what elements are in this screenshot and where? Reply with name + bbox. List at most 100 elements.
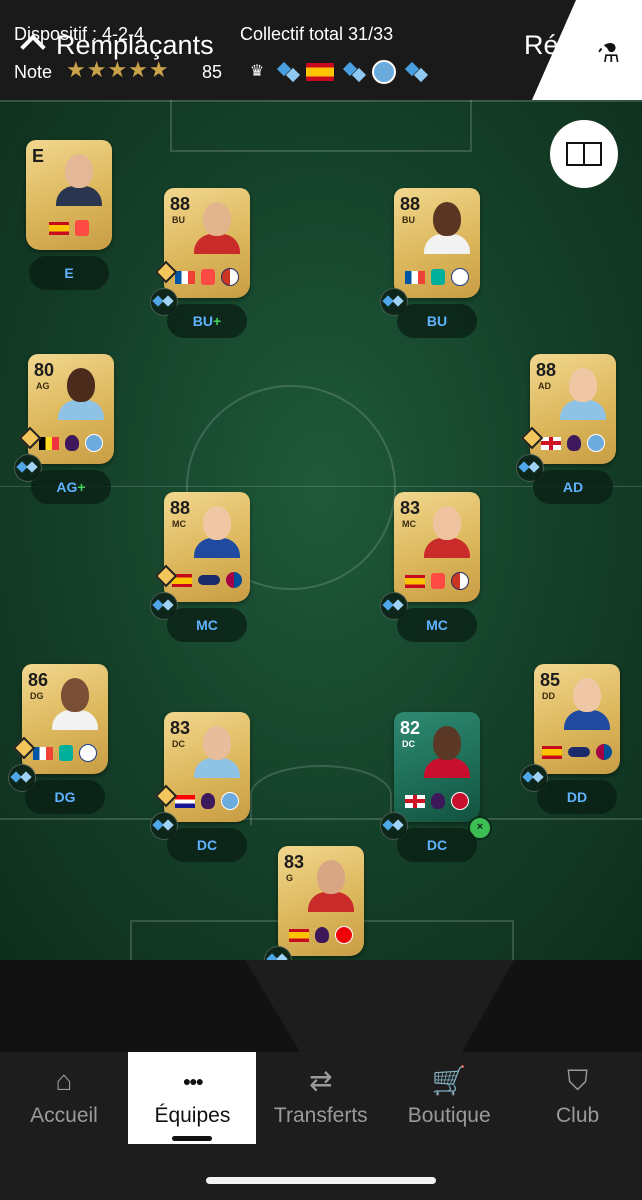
position-label-bu-left[interactable]: BU+ xyxy=(167,304,247,338)
position-label-dc-right[interactable]: DC xyxy=(397,828,477,862)
position-label-text: DC xyxy=(196,837,218,853)
reserves-tab-bg xyxy=(462,960,642,1052)
pl-league-icon xyxy=(567,435,581,451)
fcb-club-crest-icon xyxy=(596,744,612,760)
pl-league-icon xyxy=(65,435,79,451)
player-head xyxy=(203,506,231,540)
laliga-league-icon xyxy=(75,220,89,236)
position-label-text: BU xyxy=(192,313,214,329)
position-label-dc-left[interactable]: DC xyxy=(167,828,247,862)
player-badges xyxy=(394,268,480,286)
player-portrait xyxy=(424,198,470,254)
player-rating: 88 xyxy=(400,194,421,214)
player-rating: 85 xyxy=(540,670,561,690)
player-position: DD xyxy=(542,691,555,701)
player-shirt xyxy=(308,892,354,912)
chemistry-diamond-icon xyxy=(342,61,364,83)
lyon-club-crest-icon xyxy=(79,744,97,762)
player-card-ag[interactable]: 80 AG xyxy=(28,354,114,464)
es-flag-icon xyxy=(405,574,425,588)
nav-label: Transferts xyxy=(273,1104,368,1127)
player-card-bu-right[interactable]: 88 BU xyxy=(394,188,480,298)
es-flag-icon xyxy=(289,928,309,942)
position-label-text: BU xyxy=(426,313,448,329)
player-card-dc-right[interactable]: 82 DC xyxy=(394,712,480,822)
nav-club[interactable]: ⛉ Club xyxy=(514,1052,642,1144)
reserves-tab[interactable]: Rés xyxy=(524,30,606,61)
position-label-text: E xyxy=(64,265,74,281)
player-portrait xyxy=(52,674,98,730)
player-head xyxy=(433,506,461,540)
position-label-text: DD xyxy=(566,789,588,805)
atm-club-crest-icon xyxy=(451,572,469,590)
position-label-mc-right[interactable]: MC xyxy=(397,608,477,642)
player-portrait xyxy=(560,364,606,420)
player-rating: E xyxy=(32,146,45,166)
team-icon: ●●● xyxy=(182,1073,204,1089)
active-tab-indicator xyxy=(172,1136,213,1141)
player-portrait xyxy=(424,502,470,558)
chemistry-plus-indicator: + xyxy=(77,479,86,495)
player-head xyxy=(61,678,89,712)
player-card-dc-left[interactable]: 83 DC xyxy=(164,712,250,822)
rating-value: 85 xyxy=(202,62,223,82)
player-rating: 86 xyxy=(28,670,49,690)
nav-label: Boutique xyxy=(407,1104,491,1127)
player-card-dd[interactable]: 85 DD xyxy=(534,664,620,774)
position-label-dd[interactable]: DD xyxy=(537,780,617,814)
nav-transfers[interactable]: ⇄ Transferts xyxy=(257,1052,385,1144)
fr-flag-icon xyxy=(405,270,425,284)
mci-club-crest-icon xyxy=(221,792,239,810)
chemistry-total-text: Collectif total 31/33 xyxy=(240,24,394,44)
nav-home[interactable]: ⌂ Accueil xyxy=(0,1052,128,1144)
position-label-text: MC xyxy=(196,617,218,633)
lyon-club-crest-icon xyxy=(451,268,469,286)
position-label-ad[interactable]: AD xyxy=(533,470,613,504)
player-position: DC xyxy=(172,739,185,749)
position-label-bu-right[interactable]: BU xyxy=(397,304,477,338)
player-card-ad[interactable]: 88 AD xyxy=(530,354,616,464)
player-card-bu-left[interactable]: 88 BU xyxy=(164,188,250,298)
nav-store[interactable]: 🛒 Boutique xyxy=(385,1052,513,1144)
player-head xyxy=(433,726,461,760)
player-head xyxy=(573,678,601,712)
player-rating: 88 xyxy=(536,360,557,380)
player-head xyxy=(65,154,93,188)
player-badges xyxy=(534,744,620,760)
player-position: G xyxy=(286,873,294,883)
d1-league-icon xyxy=(59,745,73,761)
player-shirt xyxy=(58,400,104,420)
rating-label: Note xyxy=(14,62,53,82)
nav-label: Accueil xyxy=(30,1104,98,1127)
substitutes-tab[interactable]: Remplaçants xyxy=(20,30,214,61)
fcb-club-crest-icon xyxy=(226,572,242,588)
position-label-ag[interactable]: AG+ xyxy=(31,470,111,504)
chemistry-diamond-icon xyxy=(276,61,298,83)
player-portrait xyxy=(194,502,240,558)
player-head xyxy=(203,726,231,760)
en-flag-icon xyxy=(541,436,561,450)
pitch-view-button[interactable] xyxy=(550,120,618,188)
position-label-mc-left[interactable]: MC xyxy=(167,608,247,642)
player-card-manager[interactable]: E xyxy=(26,140,112,250)
position-label-text: AD xyxy=(562,479,584,495)
nav-teams[interactable]: ●●● Équipes xyxy=(128,1052,257,1144)
player-card-mc-right[interactable]: 83 MC xyxy=(394,492,480,602)
position-label-manager[interactable]: E xyxy=(29,256,109,290)
player-position: DG xyxy=(30,691,44,701)
player-badges xyxy=(26,220,112,236)
position-label-text: DC xyxy=(426,837,448,853)
player-head xyxy=(203,202,231,236)
position-label-dg[interactable]: DG xyxy=(25,780,105,814)
player-portrait xyxy=(58,364,104,420)
player-head xyxy=(569,368,597,402)
player-position: BU xyxy=(402,215,415,225)
laliga-league-icon xyxy=(201,269,215,285)
player-card-g[interactable]: 83 G xyxy=(278,846,364,956)
player-head xyxy=(317,860,345,894)
home-icon: ⌂ xyxy=(55,1065,73,1096)
player-card-dg[interactable]: 86 DG xyxy=(22,664,108,774)
player-card-mc-left[interactable]: 88 MC xyxy=(164,492,250,602)
pl-league-icon xyxy=(201,793,215,809)
player-rating: 88 xyxy=(170,498,191,518)
